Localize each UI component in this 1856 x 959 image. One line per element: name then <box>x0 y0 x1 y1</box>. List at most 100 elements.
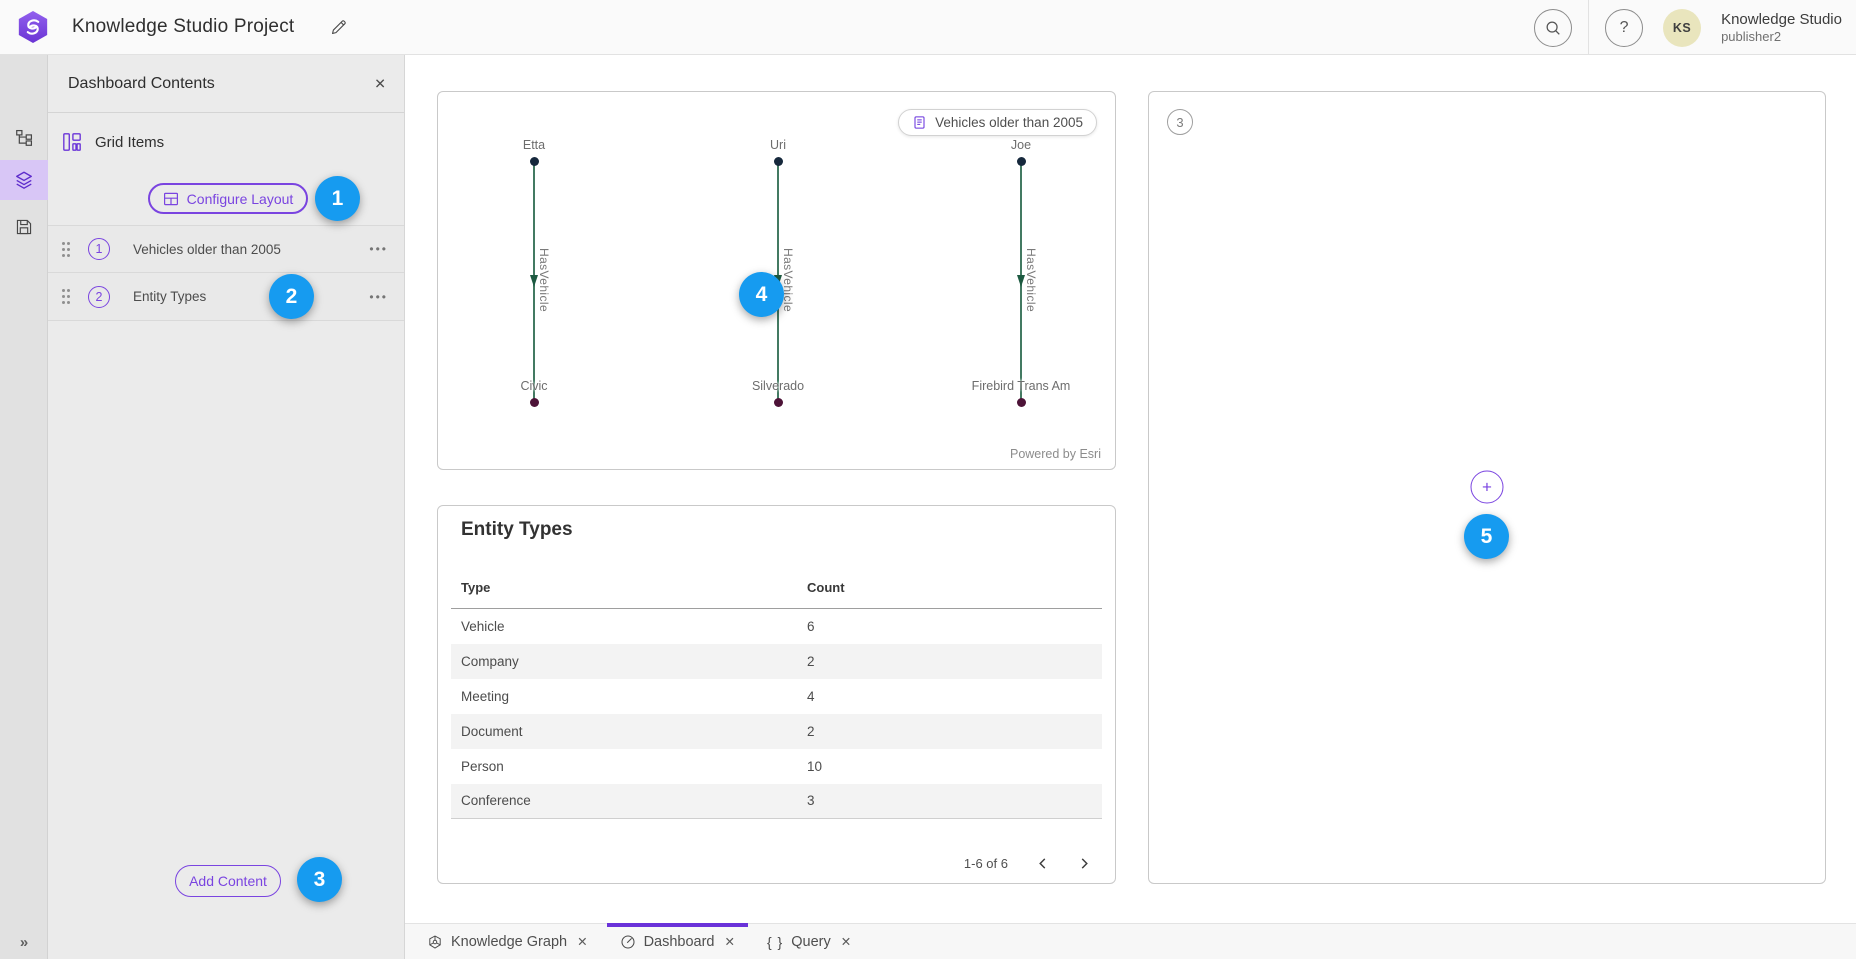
panel-header: Dashboard Contents ✕ <box>48 55 404 113</box>
user-block[interactable]: Knowledge Studio publisher2 <box>1721 11 1846 45</box>
grid-item-label: Vehicles older than 2005 <box>133 242 281 257</box>
close-tab-icon[interactable]: ✕ <box>577 934 587 949</box>
add-widget-button[interactable]: + <box>1471 471 1504 504</box>
entity-node[interactable] <box>1017 157 1026 166</box>
close-tab-icon[interactable]: ✕ <box>841 934 851 949</box>
table-row: Person 10 <box>451 749 1102 784</box>
table-row: Vehicle 6 <box>451 609 1102 644</box>
dashboard-gauge-icon <box>620 934 636 950</box>
grid-items-section: Grid Items <box>48 117 404 167</box>
save-icon <box>15 218 33 236</box>
graph-edge: Joe HasVehicle Firebird Trans Am <box>951 132 1091 422</box>
entity-types-table: Type Count Vehicle 6 Company 2 Meeting <box>451 564 1102 819</box>
entity-node[interactable] <box>774 398 783 407</box>
configure-layout-button[interactable]: Configure Layout <box>148 183 308 214</box>
cell-type: Conference <box>451 784 797 819</box>
item-options-button[interactable]: ••• <box>369 290 388 304</box>
hierarchy-icon <box>15 128 34 147</box>
edge-label: HasVehicle <box>781 248 795 312</box>
cell-count: 2 <box>797 644 1102 679</box>
node-label: Etta <box>523 138 545 152</box>
page-title: Knowledge Studio Project <box>72 16 294 38</box>
user-role: publisher2 <box>1721 29 1842 45</box>
avatar[interactable]: KS <box>1663 9 1701 47</box>
tab-query[interactable]: { } Query ✕ <box>754 924 864 959</box>
grid-item-row[interactable]: 2 Entity Types ••• <box>48 273 404 321</box>
app-logo-icon <box>15 9 51 45</box>
help-button[interactable]: ? <box>1605 9 1643 47</box>
cell-count: 6 <box>797 609 1102 644</box>
tab-dashboard[interactable]: Dashboard ✕ <box>607 924 748 959</box>
user-name: Knowledge Studio <box>1721 11 1842 29</box>
entity-node[interactable] <box>1017 398 1026 407</box>
grid-items-icon <box>62 132 82 152</box>
cell-type: Person <box>451 749 797 784</box>
rail-item-save[interactable] <box>0 207 48 247</box>
tab-label: Dashboard <box>644 934 715 950</box>
avatar-initials: KS <box>1673 21 1691 35</box>
rail-item-contents[interactable] <box>0 160 48 200</box>
panel-title: Dashboard Contents <box>68 75 215 93</box>
table-row: Conference 3 <box>451 784 1102 819</box>
layout-icon <box>163 191 179 207</box>
braces-icon: { } <box>767 934 783 950</box>
add-content-label: Add Content <box>189 873 267 889</box>
cell-type: Company <box>451 644 797 679</box>
entity-node[interactable] <box>530 157 539 166</box>
search-icon <box>1544 19 1562 37</box>
header-actions: ? KS Knowledge Studio publisher2 <box>1534 0 1846 55</box>
entity-node[interactable] <box>530 398 539 407</box>
layers-icon <box>14 170 34 190</box>
annotation-badge-1: 1 <box>315 176 360 221</box>
column-header-count: Count <box>797 564 1102 609</box>
next-page-button[interactable] <box>1077 855 1092 872</box>
tab-label: Query <box>791 934 831 950</box>
item-number-badge: 2 <box>88 286 110 308</box>
esri-attribution: Powered by Esri <box>1010 447 1101 461</box>
node-label: Uri <box>770 138 786 152</box>
item-number-badge: 1 <box>88 238 110 260</box>
chevron-left-icon <box>1037 857 1048 870</box>
node-label: Civic <box>520 379 547 393</box>
edge-label: HasVehicle <box>1024 248 1038 312</box>
empty-grid-slot: 3 + <box>1148 91 1826 884</box>
annotation-badge-4: 4 <box>739 272 784 317</box>
cell-count: 10 <box>797 749 1102 784</box>
close-tab-icon[interactable]: ✕ <box>725 934 735 949</box>
dashboard-canvas: Vehicles older than 2005 Etta HasVehicle… <box>405 55 1856 923</box>
tab-knowledge-graph[interactable]: Knowledge Graph ✕ <box>414 924 601 959</box>
cell-count: 4 <box>797 679 1102 714</box>
cell-count: 2 <box>797 714 1102 749</box>
app-root: Knowledge Studio Project ? KS Knowledge … <box>0 0 1856 959</box>
rail-item-knowledge-graph[interactable] <box>0 117 48 157</box>
drag-handle-icon[interactable] <box>62 242 70 257</box>
edit-title-button[interactable] <box>324 13 352 41</box>
cell-type: Vehicle <box>451 609 797 644</box>
layer-chip-label: Vehicles older than 2005 <box>935 115 1083 130</box>
drag-handle-icon[interactable] <box>62 289 70 304</box>
grid-items-label: Grid Items <box>95 134 164 151</box>
pencil-icon <box>330 19 347 36</box>
node-label: Joe <box>1011 138 1031 152</box>
entity-node[interactable] <box>774 157 783 166</box>
search-button[interactable] <box>1534 9 1572 47</box>
app-header: Knowledge Studio Project ? KS Knowledge … <box>0 0 1856 55</box>
grid-item-row[interactable]: 1 Vehicles older than 2005 ••• <box>48 225 404 273</box>
table-row: Meeting 4 <box>451 679 1102 714</box>
knowledge-graph-icon <box>427 934 443 950</box>
node-label: Firebird Trans Am <box>972 379 1071 393</box>
item-options-button[interactable]: ••• <box>369 242 388 256</box>
layer-chip[interactable]: Vehicles older than 2005 <box>898 109 1097 136</box>
annotation-badge-3: 3 <box>297 857 342 902</box>
previous-page-button[interactable] <box>1035 855 1050 872</box>
pagination-range: 1-6 of 6 <box>964 856 1008 871</box>
help-icon: ? <box>1620 19 1629 37</box>
add-content-button[interactable]: Add Content <box>175 865 281 897</box>
cell-count: 3 <box>797 784 1102 819</box>
slot-number-badge: 3 <box>1167 109 1193 135</box>
expand-panel-button[interactable]: » <box>0 934 48 951</box>
left-rail: » <box>0 55 48 959</box>
close-panel-button[interactable]: ✕ <box>370 71 390 96</box>
plus-icon: + <box>1482 477 1492 497</box>
entity-types-widget: Entity Types Type Count Vehicle 6 Compan… <box>437 505 1116 884</box>
